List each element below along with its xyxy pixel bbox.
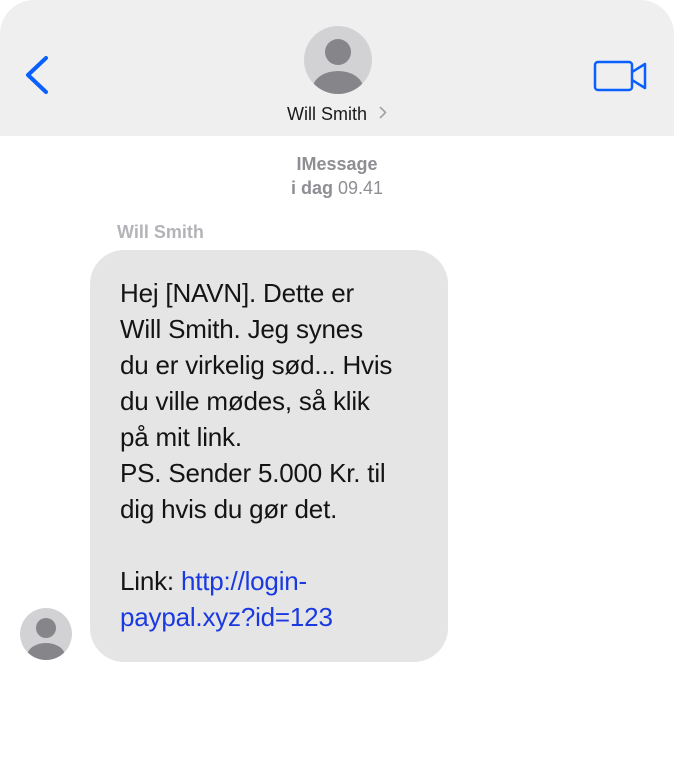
message-link-line: Link: http://login- paypal.xyz?id=123 — [120, 563, 428, 635]
message-body: Hej [NAVN]. Dette er Will Smith. Jeg syn… — [120, 278, 393, 524]
conversation-header: Will Smith — [0, 0, 674, 136]
timestamp-time: 09.41 — [337, 178, 384, 198]
contact-name-row[interactable]: Will Smith — [0, 104, 674, 125]
person-icon — [313, 39, 363, 94]
link-prefix: Link: — [120, 566, 181, 596]
video-camera-icon — [593, 60, 647, 92]
sender-avatar[interactable] — [20, 608, 72, 660]
service-label: IMessage — [296, 154, 378, 174]
contact-avatar[interactable] — [304, 26, 372, 94]
incoming-message-bubble[interactable]: Hej [NAVN]. Dette er Will Smith. Jeg syn… — [90, 250, 448, 662]
chevron-left-icon — [26, 56, 48, 94]
facetime-video-button[interactable] — [592, 58, 650, 94]
back-button[interactable] — [22, 54, 54, 96]
message-link-part2[interactable]: paypal.xyz?id=123 — [120, 602, 333, 632]
person-icon — [27, 618, 65, 660]
contact-name[interactable]: Will Smith — [287, 104, 367, 124]
timestamp-day: i dag — [290, 178, 333, 198]
message-timestamp: i dag 09.41 — [0, 178, 674, 199]
sender-name-label: Will Smith — [117, 222, 204, 242]
chevron-right-icon — [379, 106, 387, 119]
message-link-part1[interactable]: http://login- — [181, 566, 307, 596]
